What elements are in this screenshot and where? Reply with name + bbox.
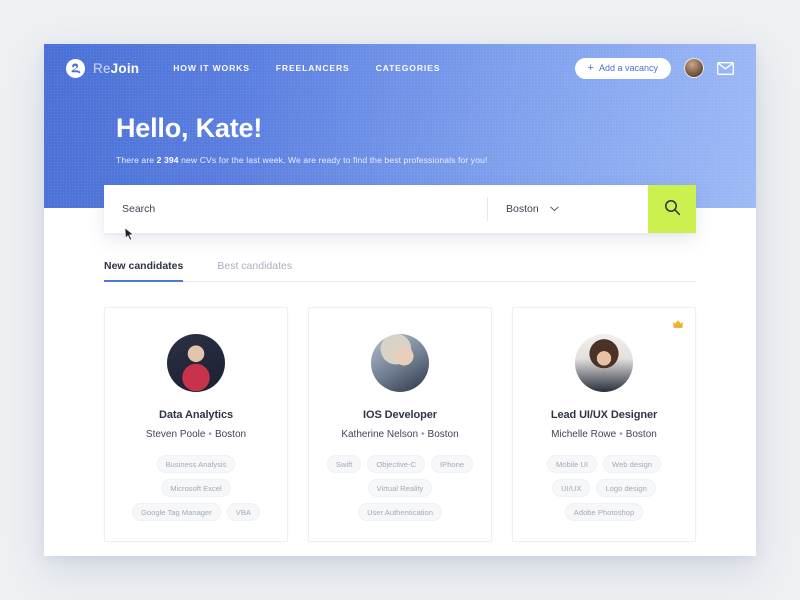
candidate-meta: Steven Poole • Boston xyxy=(121,429,271,440)
tab-best-candidates[interactable]: Best candidates xyxy=(217,260,292,281)
crown-icon xyxy=(672,317,684,333)
skill-tag[interactable]: VBA xyxy=(226,503,260,521)
skill-tag[interactable]: Logo design xyxy=(596,479,656,497)
skill-tag[interactable]: Business Analysis xyxy=(156,455,236,473)
candidate-meta: Katherine Nelson • Boston xyxy=(325,429,475,440)
candidate-role: IOS Developer xyxy=(363,409,437,421)
candidate-card[interactable]: IOS Developer Katherine Nelson • Boston Sw… xyxy=(308,307,492,542)
envelope-icon[interactable] xyxy=(717,61,734,75)
skill-tags: Business Analysis Microsoft Excel Google… xyxy=(121,455,271,521)
brand-prefix: Re xyxy=(93,60,111,76)
skill-tag[interactable]: Objective-C xyxy=(367,455,426,473)
main-nav: HOW IT WORKS FREELANCERS CATEGORIES xyxy=(173,63,440,73)
candidate-grid: Data Analytics Steven Poole • Boston Busin… xyxy=(104,307,696,556)
hero-header: ReJoin HOW IT WORKS FREELANCERS CATEGORI… xyxy=(44,44,756,208)
skill-tag[interactable]: Virtual Reality xyxy=(367,479,433,497)
candidate-card[interactable]: Data Analytics Steven Poole • Boston Busin… xyxy=(104,307,288,542)
skill-tag[interactable]: IPhone xyxy=(431,455,474,473)
chevron-down-icon xyxy=(549,206,559,212)
skill-tag[interactable]: Web design xyxy=(603,455,662,473)
skill-tags: Swift Objective-C IPhone Virtual Reality… xyxy=(325,455,475,521)
brand-name: ReJoin xyxy=(93,61,139,76)
candidate-card[interactable]: Lead UI/UX Designer Michelle Rowe • Boston… xyxy=(512,307,696,542)
avatar[interactable] xyxy=(684,58,704,78)
app-window: ReJoin HOW IT WORKS FREELANCERS CATEGORI… xyxy=(44,44,756,556)
search-icon xyxy=(664,199,681,219)
skill-tag[interactable]: Microsoft Excel xyxy=(161,479,231,497)
nav-link-categories[interactable]: CATEGORIES xyxy=(376,63,441,73)
nav-link-how-it-works[interactable]: HOW IT WORKS xyxy=(173,63,250,73)
skill-tag[interactable]: UI/UX xyxy=(552,479,591,497)
candidate-role: Lead UI/UX Designer xyxy=(550,409,658,421)
nav-link-freelancers[interactable]: FREELANCERS xyxy=(276,63,350,73)
hero-sub-pre: There are xyxy=(116,154,157,165)
candidate-avatar xyxy=(167,334,225,392)
add-vacancy-button[interactable]: + Add a vacancy xyxy=(574,57,671,79)
candidate-avatar xyxy=(371,334,429,392)
rejoin-swirl-icon xyxy=(66,58,85,78)
tabs: New candidates Best candidates xyxy=(104,252,696,282)
add-vacancy-label: Add a vacancy xyxy=(598,63,658,73)
plus-icon: + xyxy=(587,61,594,74)
main-content: New candidates Best candidates Data Anal… xyxy=(44,208,756,556)
search-bar: Boston xyxy=(104,185,696,233)
meta-separator: • xyxy=(208,429,212,440)
candidate-meta: Michelle Rowe • Boston xyxy=(529,429,679,440)
hero-body: Hello, Kate! There are 2 394 new CVs for… xyxy=(44,92,756,165)
meta-separator: • xyxy=(619,429,623,440)
skill-tag[interactable]: Adobe Photoshop xyxy=(564,503,644,521)
brand-logo[interactable]: ReJoin xyxy=(66,58,139,78)
candidate-name: Steven Poole xyxy=(145,429,206,440)
city-select[interactable]: Boston xyxy=(488,185,648,233)
cv-count: 2 394 xyxy=(156,154,179,165)
candidate-city: Boston xyxy=(625,429,657,440)
skill-tag[interactable]: Mobile UI xyxy=(546,455,598,473)
skill-tags: Mobile UI Web design UI/UX Logo design A… xyxy=(529,455,679,521)
search-input[interactable] xyxy=(104,185,487,233)
topbar-actions: + Add a vacancy xyxy=(574,57,734,79)
candidate-city: Boston xyxy=(427,429,459,440)
candidate-city: Boston xyxy=(214,429,247,440)
skill-tag[interactable]: User Authentication xyxy=(358,503,442,521)
page-title: Hello, Kate! xyxy=(116,113,263,143)
meta-separator: • xyxy=(421,429,425,440)
city-select-value: Boston xyxy=(506,203,539,215)
brand-suffix: Join xyxy=(110,60,140,76)
candidate-name: Michelle Rowe xyxy=(551,429,617,440)
candidate-role: Data Analytics xyxy=(159,409,233,421)
skill-tag[interactable]: Google Tag Manager xyxy=(132,503,221,521)
candidate-name: Katherine Nelson xyxy=(341,429,419,440)
hero-subtitle: There are 2 394 new CVs for the last wee… xyxy=(116,155,756,165)
search-button[interactable] xyxy=(648,185,696,233)
top-navigation-bar: ReJoin HOW IT WORKS FREELANCERS CATEGORI… xyxy=(44,44,756,92)
tab-new-candidates[interactable]: New candidates xyxy=(104,260,184,282)
skill-tag[interactable]: Swift xyxy=(326,455,362,473)
candidate-avatar xyxy=(575,334,633,392)
hero-sub-post: new CVs for the last week. We are ready … xyxy=(178,154,488,165)
